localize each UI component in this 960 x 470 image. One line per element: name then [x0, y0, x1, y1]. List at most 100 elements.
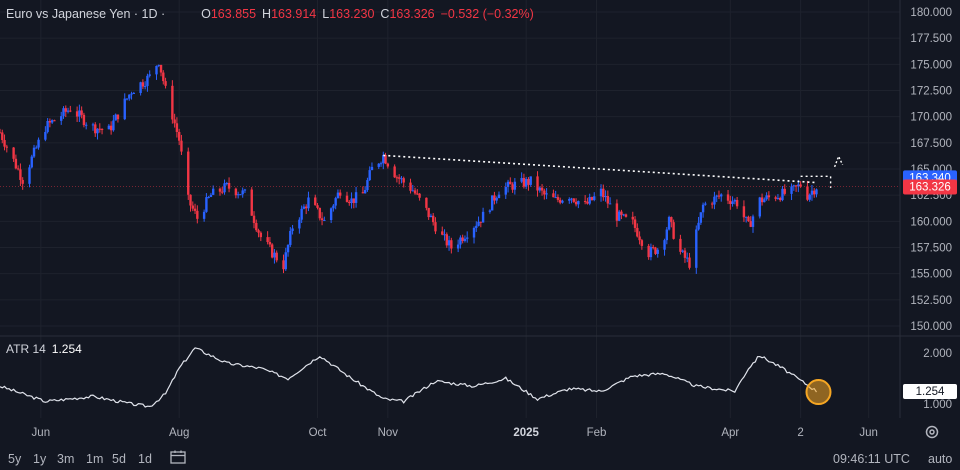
candle-body	[810, 190, 814, 195]
candle-body	[125, 98, 129, 100]
candle-body	[218, 188, 222, 192]
candle-body	[164, 81, 167, 86]
candle-body	[670, 217, 673, 223]
x-tick-label: Oct	[309, 427, 328, 439]
candle-body	[191, 205, 194, 209]
candle-body	[329, 208, 333, 221]
candle-body	[207, 196, 210, 198]
candle-body	[286, 244, 290, 253]
candle-body	[209, 194, 213, 197]
timeframe-5d[interactable]: 5d	[112, 452, 126, 466]
candle-body	[78, 110, 81, 117]
candle-body	[606, 196, 610, 204]
atr-highlight-circle	[805, 379, 832, 406]
timeframe-1d[interactable]: 1d	[138, 452, 152, 466]
auto-scale-toggle[interactable]: auto	[928, 452, 952, 466]
candle-body	[35, 147, 38, 149]
candle-body	[173, 119, 176, 124]
candle-body	[450, 240, 453, 249]
candle-body	[602, 188, 605, 198]
candle-body	[747, 216, 750, 222]
candle-body	[366, 180, 369, 191]
candle-body	[1, 132, 4, 141]
candle-body	[361, 192, 365, 194]
candle-body	[196, 210, 199, 219]
atr-header[interactable]: ATR 14 1.254	[6, 342, 82, 356]
candle-body	[443, 234, 446, 236]
projection-arrow	[833, 154, 844, 168]
candle-body	[545, 193, 548, 195]
candle-body	[667, 217, 671, 230]
symbol-title[interactable]: Euro vs Japanese Yen · 1D ·	[6, 7, 165, 21]
candle-body	[314, 197, 317, 206]
candle-body	[781, 188, 784, 201]
open-label: O	[201, 7, 211, 21]
y-tick-label: 177.500	[910, 33, 952, 45]
timeframe-3m[interactable]: 3m	[57, 452, 74, 466]
candle-body	[64, 108, 67, 112]
candle-body	[774, 197, 777, 199]
candle-body	[348, 201, 351, 204]
timeframe-1y[interactable]: 1y	[33, 452, 46, 466]
candle-body	[259, 232, 263, 238]
low-value: 163.230	[329, 7, 375, 21]
candle-body	[270, 244, 274, 258]
candle-body	[556, 197, 560, 200]
candle-body	[767, 195, 771, 198]
candle-body	[143, 85, 147, 87]
candle-body	[504, 186, 507, 195]
candle-body	[479, 221, 483, 223]
candle-body	[488, 210, 492, 212]
candle-body	[729, 200, 732, 204]
candle-body	[377, 163, 380, 167]
candle-body	[615, 203, 619, 221]
candle-body	[139, 82, 142, 93]
candle-body	[513, 181, 517, 190]
y-tick-label: 152.500	[910, 295, 952, 307]
candle-body	[425, 197, 428, 208]
settings-icon[interactable]	[924, 424, 940, 440]
candle-body	[429, 215, 433, 218]
candle-body	[590, 197, 594, 200]
candle-body	[663, 240, 666, 250]
candle-body	[21, 179, 24, 184]
candle-body	[495, 198, 498, 201]
calendar-icon[interactable]	[170, 450, 186, 464]
candle-body	[742, 206, 746, 218]
x-tick-label: Aug	[169, 427, 189, 439]
high-label: H	[262, 7, 272, 21]
candle-body	[75, 111, 79, 117]
candle-body	[441, 231, 444, 235]
x-tick-label: Apr	[721, 427, 739, 439]
atr-tick-label: 2.000	[923, 348, 952, 360]
candle-body	[91, 124, 95, 126]
candle-body	[586, 201, 589, 204]
candle-body	[715, 195, 718, 197]
candle-body	[477, 221, 480, 226]
price-chart[interactable]: 180.000 177.500 175.000 172.500 170.000 167.5…	[0, 0, 960, 446]
atr-line	[0, 347, 818, 408]
candle-body	[599, 188, 603, 197]
candle-body	[522, 177, 526, 187]
candle-body	[720, 194, 723, 197]
candle-body	[686, 257, 689, 259]
candle-body	[456, 244, 460, 249]
candle-body	[765, 195, 768, 200]
x-tick-label: Jun	[859, 427, 878, 439]
y-tick-label: 150.000	[910, 321, 952, 333]
timeframe-1m[interactable]: 1m	[86, 452, 103, 466]
candle-body	[363, 190, 367, 194]
candle-body	[695, 229, 698, 268]
candle-body	[490, 195, 494, 211]
candle-body	[790, 186, 793, 194]
candle-body	[574, 201, 578, 205]
candle-body	[66, 110, 70, 112]
candle-body	[797, 184, 800, 187]
candle-body	[53, 120, 56, 122]
candle-body	[559, 199, 562, 203]
candle-body	[193, 208, 197, 211]
candle-body	[466, 237, 469, 239]
change-value: −0.532 (−0.32%)	[440, 7, 534, 21]
candle-body	[656, 249, 659, 254]
timeframe-5y[interactable]: 5y	[8, 452, 21, 466]
